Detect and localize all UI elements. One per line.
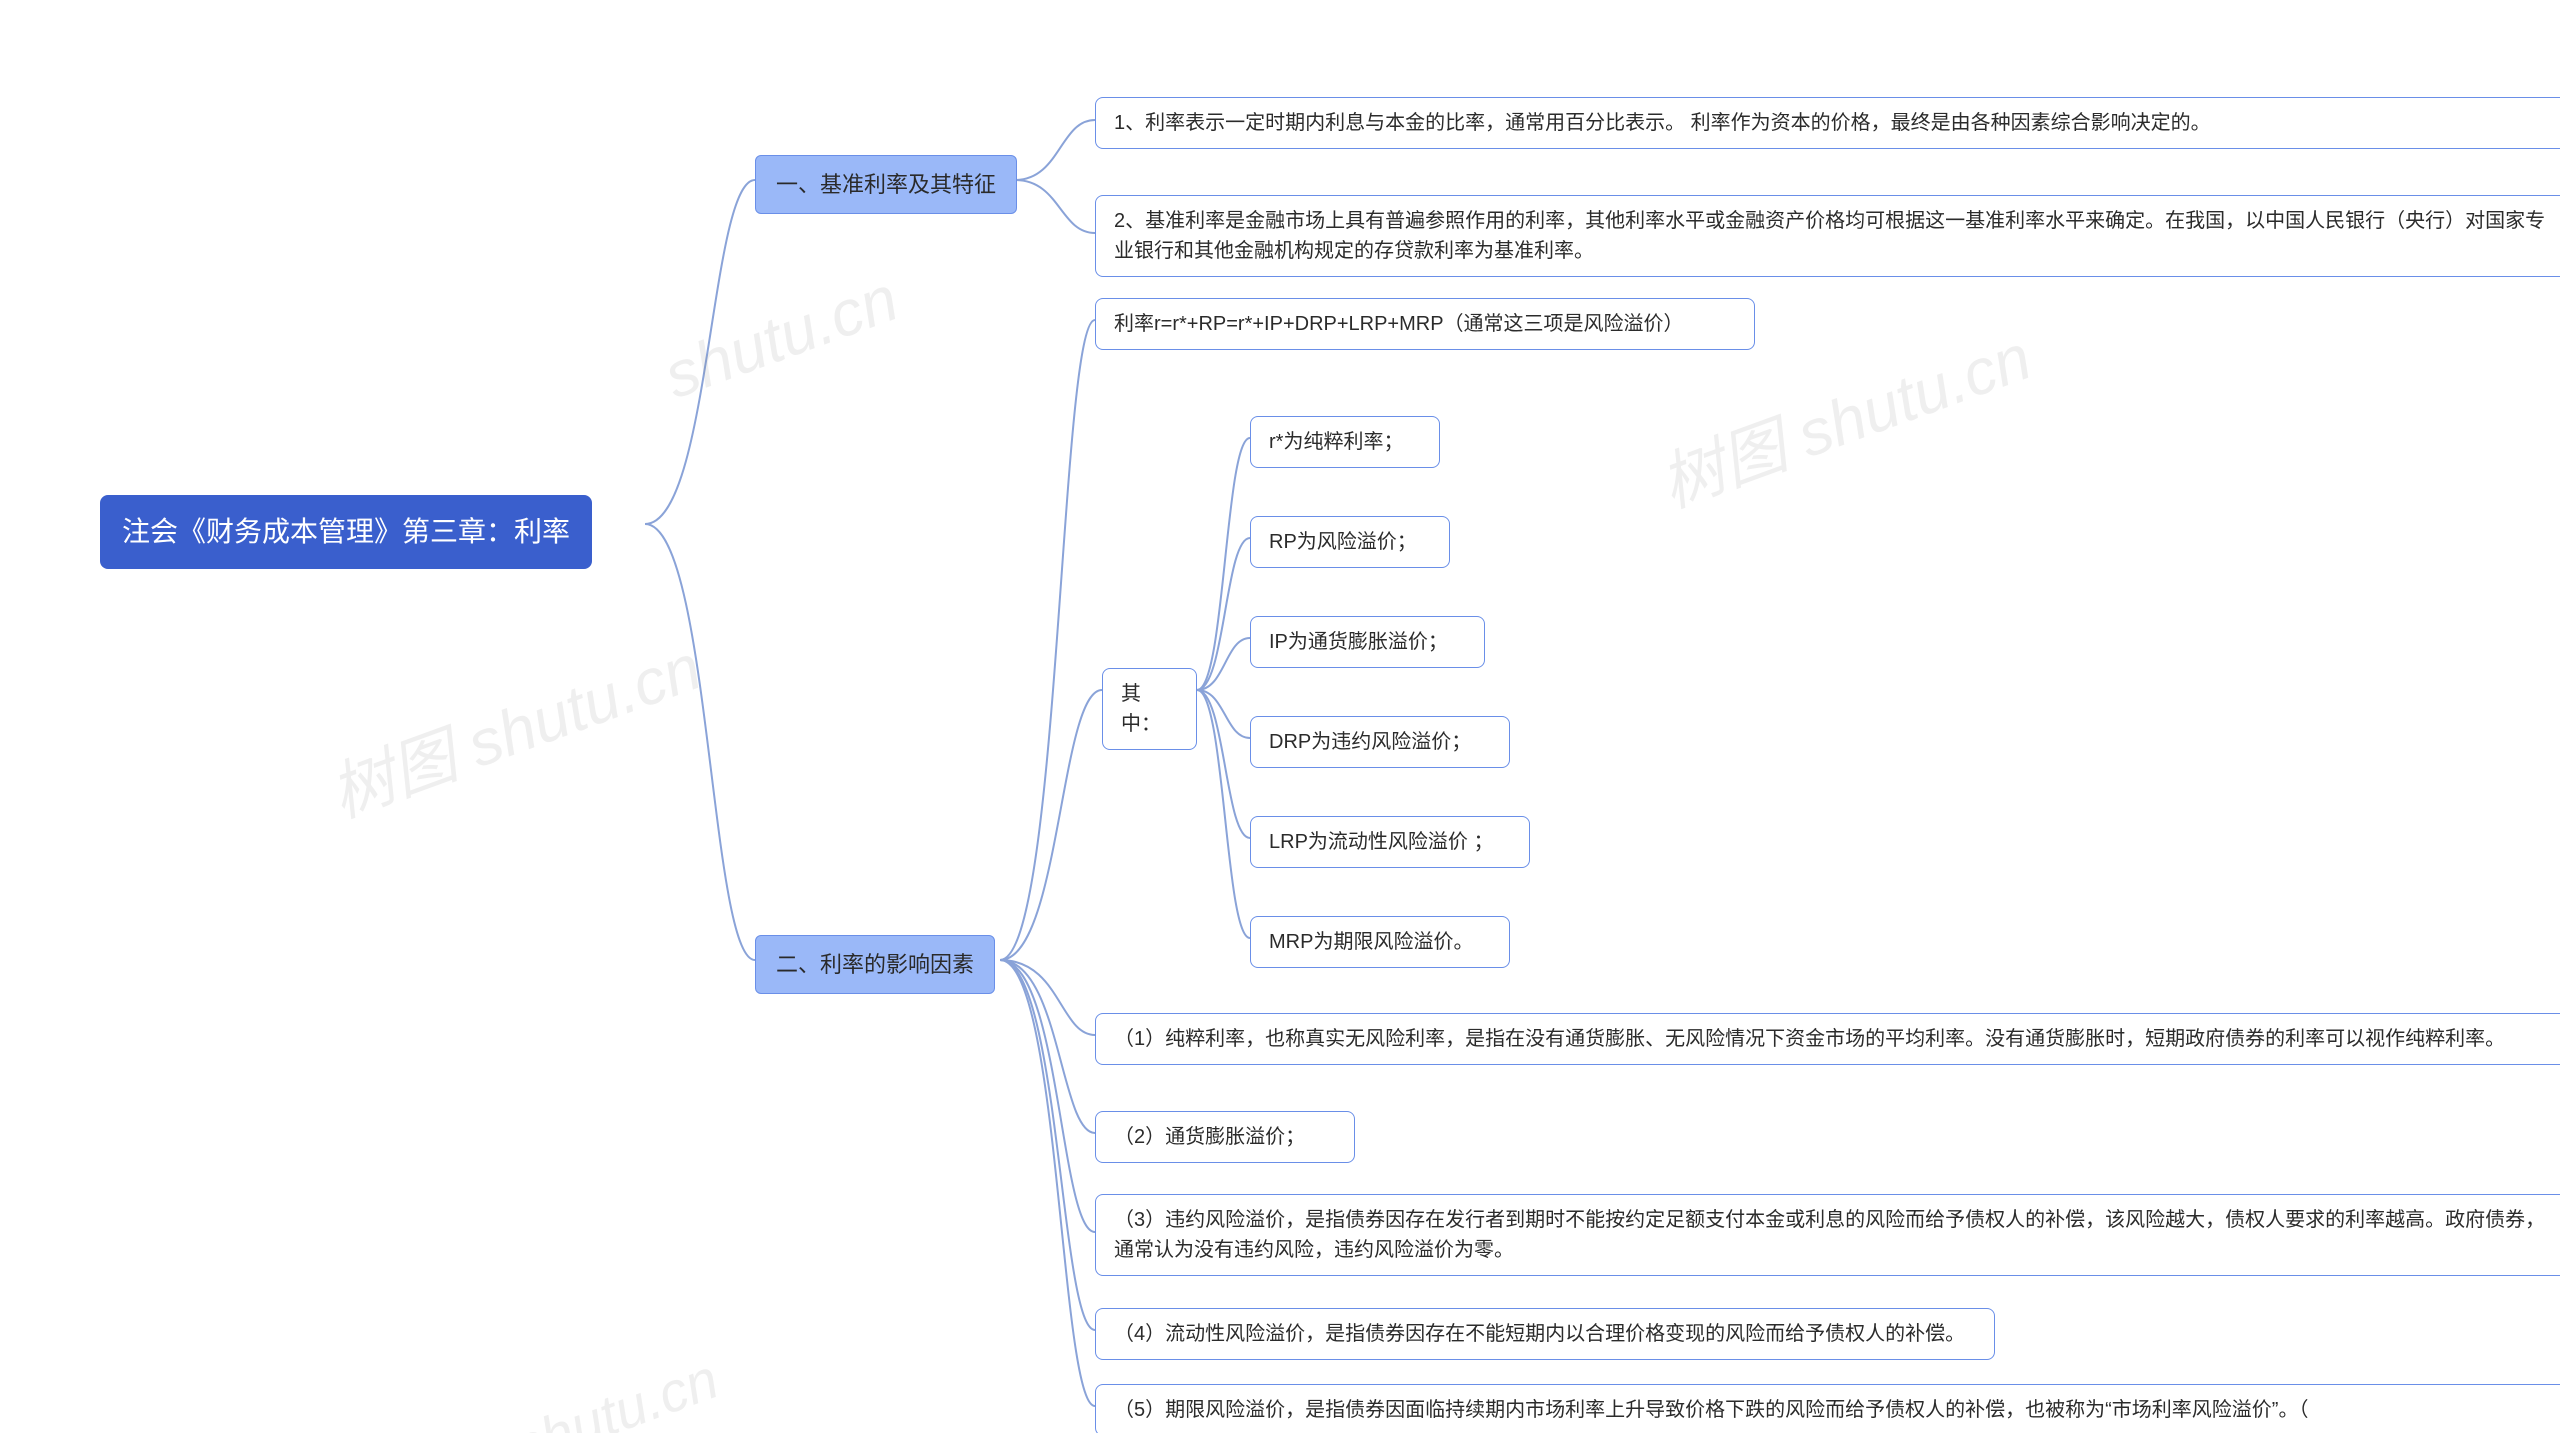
leaf-wherein-ip: IP为通货膨胀溢价；	[1250, 616, 1485, 668]
leaf-wherein-drp: DRP为违约风险溢价；	[1250, 716, 1510, 768]
leaf-wherein-lrp: LRP为流动性风险溢价 ；	[1250, 816, 1530, 868]
leaf-branch1-item1: 1、利率表示一定时期内利息与本金的比率，通常用百分比表示。 利率作为资本的价格，…	[1095, 97, 2560, 149]
leaf-point-1: （1）纯粹利率，也称真实无风险利率，是指在没有通货膨胀、无风险情况下资金市场的平…	[1095, 1013, 2560, 1065]
leaf-formula: 利率r=r*+RP=r*+IP+DRP+LRP+MRP（通常这三项是风险溢价）	[1095, 298, 1755, 350]
leaf-point-2: （2）通货膨胀溢价；	[1095, 1111, 1355, 1163]
watermark: shutu.cn	[655, 261, 908, 413]
watermark: 树图 shutu.cn	[316, 616, 712, 835]
leaf-wherein-mrp: MRP为期限风险溢价。	[1250, 916, 1510, 968]
watermark: shutu.cn	[505, 1346, 726, 1433]
leaf-branch1-item2: 2、基准利率是金融市场上具有普遍参照作用的利率，其他利率水平或金融资产价格均可根…	[1095, 195, 2560, 277]
root-node[interactable]: 注会《财务成本管理》第三章：利率	[100, 495, 592, 569]
leaf-point-3: （3）违约风险溢价，是指债券因存在发行者到期时不能按约定足额支付本金或利息的风险…	[1095, 1194, 2560, 1276]
leaf-wherein-label: 其中：	[1102, 668, 1197, 750]
leaf-wherein-rstar: r*为纯粹利率；	[1250, 416, 1440, 468]
leaf-wherein-rp: RP为风险溢价；	[1250, 516, 1450, 568]
branch-node-rate-factors[interactable]: 二、利率的影响因素	[755, 935, 995, 994]
branch-node-benchmark-rate[interactable]: 一、基准利率及其特征	[755, 155, 1017, 214]
leaf-point-5: （5）期限风险溢价，是指债券因面临持续期内市场利率上升导致价格下跌的风险而给予债…	[1095, 1384, 2560, 1433]
leaf-point-4: （4）流动性风险溢价，是指债券因存在不能短期内以合理价格变现的风险而给予债权人的…	[1095, 1308, 1995, 1360]
